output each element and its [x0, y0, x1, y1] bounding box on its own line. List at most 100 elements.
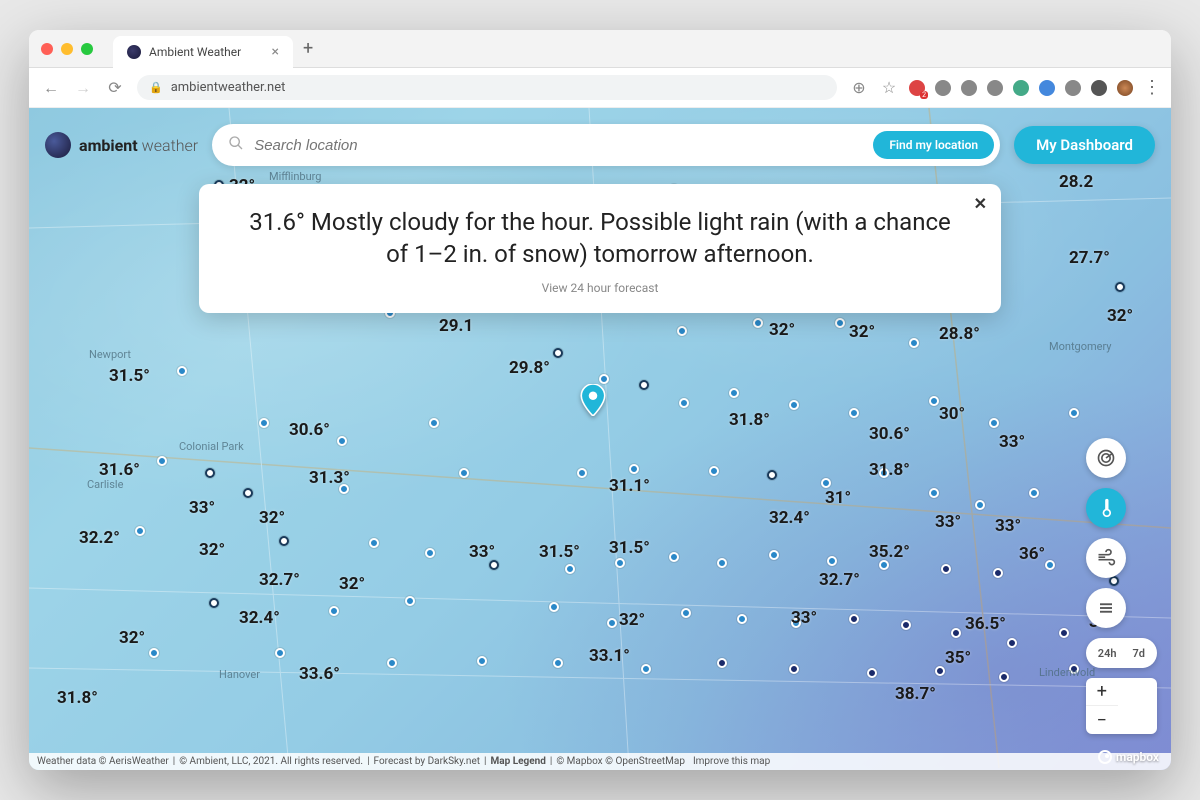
station-marker[interactable]	[1069, 408, 1079, 418]
station-marker[interactable]	[641, 664, 651, 674]
station-marker[interactable]	[929, 488, 939, 498]
station-marker[interactable]	[135, 526, 145, 536]
station-marker[interactable]	[577, 468, 587, 478]
forecast-link[interactable]: View 24 hour forecast	[239, 281, 961, 295]
browser-menu-icon[interactable]: ⋮	[1143, 77, 1159, 98]
station-marker[interactable]	[789, 664, 799, 674]
station-marker[interactable]	[989, 418, 999, 428]
forward-button[interactable]: →	[73, 78, 93, 98]
station-marker[interactable]	[615, 558, 625, 568]
station-marker[interactable]	[867, 668, 877, 678]
brand-logo[interactable]: ambient weather	[45, 132, 198, 158]
station-marker[interactable]	[599, 374, 609, 384]
station-marker[interactable]	[553, 658, 563, 668]
station-marker[interactable]	[835, 318, 845, 328]
station-marker[interactable]	[387, 658, 397, 668]
station-marker[interactable]	[205, 468, 215, 478]
browser-tab[interactable]: Ambient Weather ×	[113, 36, 293, 68]
search-input[interactable]	[254, 137, 863, 154]
station-marker[interactable]	[717, 558, 727, 568]
station-marker[interactable]	[901, 620, 911, 630]
station-marker[interactable]	[639, 380, 649, 390]
station-marker[interactable]	[679, 398, 689, 408]
station-marker[interactable]	[429, 418, 439, 428]
time-range-toggle[interactable]: 24h 7d	[1086, 638, 1157, 668]
station-marker[interactable]	[459, 468, 469, 478]
temperature-layer-button[interactable]	[1086, 488, 1126, 528]
station-marker[interactable]	[941, 564, 951, 574]
station-marker[interactable]	[717, 658, 727, 668]
wind-layer-button[interactable]	[1086, 538, 1126, 578]
bookmark-star-icon[interactable]: ☆	[879, 78, 899, 97]
station-marker[interactable]	[259, 418, 269, 428]
station-marker[interactable]	[549, 602, 559, 612]
zoom-out-button[interactable]: −	[1086, 706, 1118, 734]
station-marker[interactable]	[369, 538, 379, 548]
station-marker[interactable]	[677, 326, 687, 336]
extensions-puzzle-icon[interactable]	[1091, 80, 1107, 96]
zoom-in-button[interactable]: +	[1086, 678, 1118, 706]
minimize-window-icon[interactable]	[61, 43, 73, 55]
maximize-window-icon[interactable]	[81, 43, 93, 55]
station-marker[interactable]	[1029, 488, 1039, 498]
location-pin-icon[interactable]	[580, 384, 606, 410]
station-marker[interactable]	[935, 666, 945, 676]
station-marker[interactable]	[999, 672, 1009, 682]
time-24h[interactable]: 24h	[1090, 643, 1125, 664]
station-marker[interactable]	[767, 470, 777, 480]
reload-button[interactable]: ⟳	[105, 78, 125, 97]
station-marker[interactable]	[681, 608, 691, 618]
station-marker[interactable]	[1045, 560, 1055, 570]
station-marker[interactable]	[929, 396, 939, 406]
back-button[interactable]: ←	[41, 78, 61, 98]
station-marker[interactable]	[849, 614, 859, 624]
station-marker[interactable]	[477, 656, 487, 666]
station-marker[interactable]	[565, 564, 575, 574]
extension-icon[interactable]: 2	[909, 80, 925, 96]
station-marker[interactable]	[909, 338, 919, 348]
station-marker[interactable]	[425, 548, 435, 558]
station-marker[interactable]	[405, 596, 415, 606]
station-marker[interactable]	[1007, 638, 1017, 648]
find-location-button[interactable]: Find my location	[873, 131, 994, 159]
station-marker[interactable]	[849, 408, 859, 418]
station-marker[interactable]	[209, 598, 219, 608]
station-marker[interactable]	[607, 618, 617, 628]
close-tab-icon[interactable]: ×	[272, 44, 279, 60]
station-marker[interactable]	[157, 456, 167, 466]
station-marker[interactable]	[737, 614, 747, 624]
station-marker[interactable]	[1115, 282, 1125, 292]
station-marker[interactable]	[993, 568, 1003, 578]
station-marker[interactable]	[951, 628, 961, 638]
layers-menu-button[interactable]	[1086, 588, 1126, 628]
station-marker[interactable]	[827, 556, 837, 566]
station-marker[interactable]	[729, 388, 739, 398]
site-actions-icon[interactable]: ⊕	[849, 78, 869, 97]
dashboard-button[interactable]: My Dashboard	[1014, 126, 1155, 164]
station-marker[interactable]	[769, 550, 779, 560]
new-tab-button[interactable]: +	[303, 38, 313, 59]
close-window-icon[interactable]	[41, 43, 53, 55]
extension-icon[interactable]	[935, 80, 951, 96]
station-marker[interactable]	[177, 366, 187, 376]
station-marker[interactable]	[709, 466, 719, 476]
station-marker[interactable]	[821, 478, 831, 488]
station-marker[interactable]	[279, 536, 289, 546]
station-marker[interactable]	[669, 552, 679, 562]
extension-icon[interactable]	[1039, 80, 1055, 96]
station-marker[interactable]	[753, 318, 763, 328]
station-marker[interactable]	[329, 606, 339, 616]
profile-avatar-icon[interactable]	[1117, 80, 1133, 96]
map-legend-link[interactable]: Map Legend	[490, 756, 545, 767]
station-marker[interactable]	[629, 464, 639, 474]
station-marker[interactable]	[789, 400, 799, 410]
radar-layer-button[interactable]	[1086, 438, 1126, 478]
station-marker[interactable]	[975, 500, 985, 510]
extension-icon[interactable]	[961, 80, 977, 96]
station-marker[interactable]	[243, 488, 253, 498]
station-marker[interactable]	[337, 436, 347, 446]
station-marker[interactable]	[275, 648, 285, 658]
extension-icon[interactable]	[987, 80, 1003, 96]
mapbox-logo[interactable]: mapbox	[1098, 750, 1159, 764]
station-marker[interactable]	[149, 648, 159, 658]
